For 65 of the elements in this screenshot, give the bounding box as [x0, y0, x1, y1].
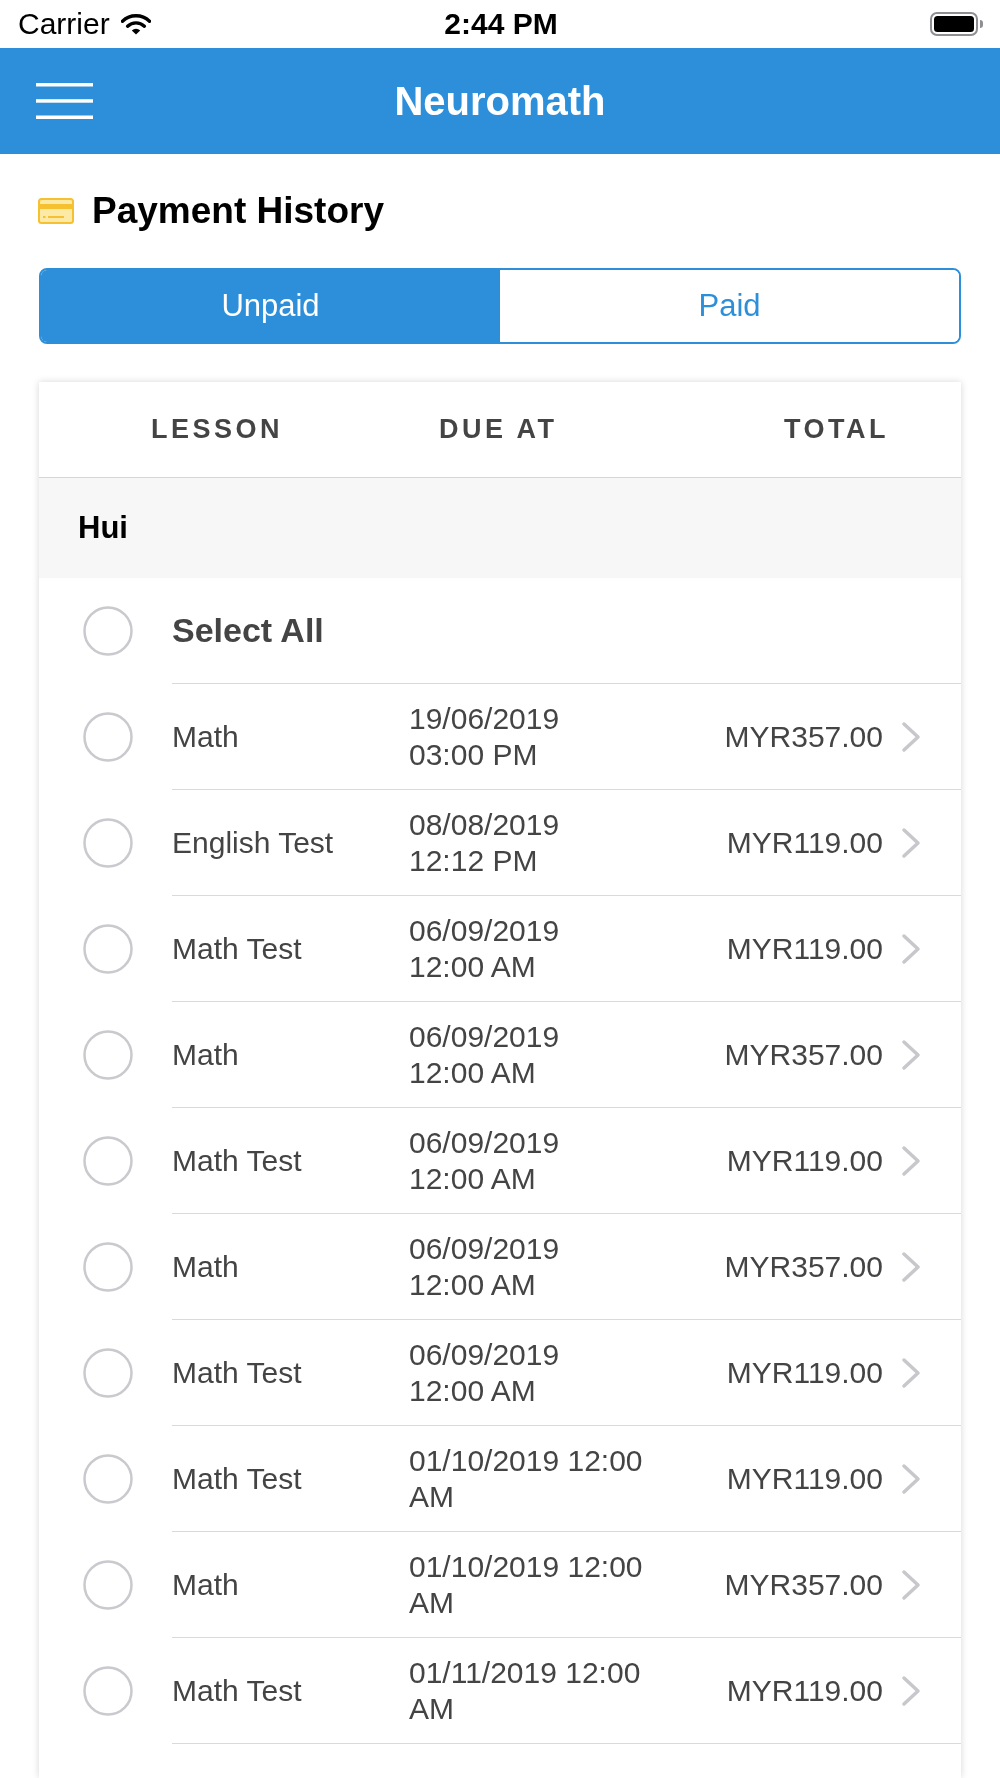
due-cell-text: 01/11/2019 12:00 AM — [409, 1655, 642, 1727]
due-cell: 08/08/2019 12:12 PM — [409, 807, 560, 879]
chevron-icon — [901, 1674, 921, 1707]
total-cell: MYR357.00 — [724, 1036, 883, 1073]
chevron-icon — [901, 932, 921, 965]
total-cell: MYR119.00 — [726, 1672, 883, 1709]
total-cell: MYR119.00 — [726, 824, 883, 861]
tab[interactable]: Unpaid — [41, 270, 500, 342]
carrier-label: Carrier — [18, 7, 110, 41]
chevron-icon — [901, 826, 921, 859]
chevron-icon — [901, 1568, 921, 1601]
lesson-cell: Math Test — [172, 1460, 302, 1497]
due-cell: 19/06/2019 03:00 PM — [409, 701, 560, 773]
radio-button[interactable] — [83, 1136, 133, 1186]
radio-button[interactable] — [83, 606, 133, 656]
column-header: DUE AT — [439, 414, 558, 445]
due-cell: 06/09/2019 12:00 AM — [409, 1337, 560, 1409]
due-cell: 06/09/2019 12:00 AM — [409, 1019, 560, 1091]
chevron-icon — [901, 1250, 921, 1283]
radio-button[interactable] — [83, 924, 133, 974]
radio-button[interactable] — [83, 818, 133, 868]
chevron-icon — [901, 1462, 921, 1495]
chevron-icon — [901, 1038, 921, 1071]
column-header: LESSON — [151, 414, 284, 445]
due-cell-text: 01/10/2019 12:00 AM — [409, 1443, 644, 1515]
select-all-label: Select All — [172, 611, 324, 650]
total-cell: MYR357.00 — [724, 1248, 883, 1285]
lesson-cell: Math — [172, 1566, 239, 1603]
lesson-cell: Math — [172, 1036, 239, 1073]
due-cell: 06/09/2019 12:00 AM — [409, 1231, 560, 1303]
page-title: Payment History — [92, 189, 384, 233]
chevron-icon — [901, 1144, 921, 1177]
menu-icon[interactable] — [36, 83, 93, 119]
total-cell: MYR119.00 — [726, 1142, 883, 1179]
chevron-icon — [901, 720, 921, 753]
lesson-cell: Math Test — [172, 1354, 302, 1391]
total-cell: MYR357.00 — [724, 718, 883, 755]
radio-button[interactable] — [83, 1348, 133, 1398]
due-cell: 06/09/2019 12:00 AM — [409, 913, 560, 985]
radio-button[interactable] — [83, 712, 133, 762]
wifi-icon — [120, 13, 151, 35]
total-cell: MYR119.00 — [726, 930, 883, 967]
group-header: Hui — [39, 478, 961, 578]
radio-button[interactable] — [83, 1560, 133, 1610]
due-cell-text: 01/10/2019 12:00 AM — [409, 1549, 644, 1621]
lesson-cell: Math Test — [172, 1672, 302, 1709]
total-cell: MYR357.00 — [724, 1566, 883, 1603]
lesson-cell: Math — [172, 1248, 239, 1285]
radio-button[interactable] — [83, 1666, 133, 1716]
due-cell: 06/09/2019 12:00 AM — [409, 1125, 560, 1197]
lesson-cell: Math Test — [172, 930, 302, 967]
status-time: 2:44 PM — [444, 7, 558, 41]
credit-card-icon — [38, 198, 74, 224]
radio-button[interactable] — [83, 1030, 133, 1080]
lesson-cell: Math Test — [172, 1142, 302, 1179]
chevron-icon — [901, 1356, 921, 1389]
lesson-cell: Math — [172, 718, 239, 755]
column-header: TOTAL — [784, 414, 889, 445]
total-cell: MYR119.00 — [726, 1460, 883, 1497]
battery-icon — [930, 12, 984, 36]
radio-button[interactable] — [83, 1242, 133, 1292]
total-cell: MYR119.00 — [726, 1354, 883, 1391]
radio-button[interactable] — [83, 1454, 133, 1504]
nav-title: Neuromath — [394, 78, 606, 124]
lesson-cell: English Test — [172, 824, 334, 861]
